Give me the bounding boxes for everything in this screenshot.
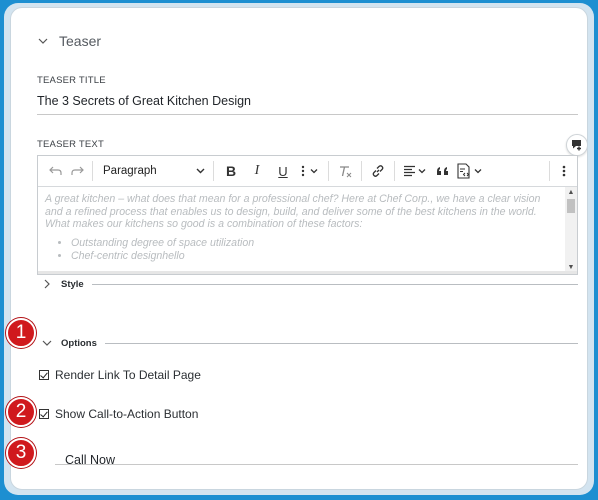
blockquote-button[interactable] xyxy=(431,156,453,187)
toolbar-divider xyxy=(92,161,93,181)
clear-format-icon xyxy=(340,165,352,177)
scroll-up-icon[interactable]: ▲ xyxy=(567,189,575,197)
toolbar-divider xyxy=(213,161,214,181)
comment-add-icon xyxy=(572,140,581,151)
editor-content[interactable]: A great kitchen – what does that mean fo… xyxy=(38,187,577,274)
more-vertical-chevron-icon xyxy=(301,165,318,177)
callout-marker-1: 1 xyxy=(6,318,36,348)
align-left-chevron-icon xyxy=(404,165,426,177)
toolbar-more-button[interactable] xyxy=(549,161,577,181)
bold-button[interactable]: B xyxy=(218,156,244,187)
render-link-label: Render Link To Detail Page xyxy=(55,368,201,382)
more-vertical-icon xyxy=(562,165,565,177)
list-item: Outstanding degree of space utilization xyxy=(71,237,557,250)
remove-format-button[interactable] xyxy=(333,156,357,187)
section-divider xyxy=(91,283,578,285)
style-section-header[interactable]: Style xyxy=(41,278,578,290)
redo-icon xyxy=(70,166,84,175)
undo-icon xyxy=(48,166,62,175)
paragraph-format-label: Paragraph xyxy=(103,165,157,177)
chevron-right-icon xyxy=(44,279,50,289)
teaser-title-input[interactable]: The 3 Secrets of Great Kitchen Design xyxy=(37,94,251,108)
show-cta-checkbox[interactable] xyxy=(39,409,49,419)
show-cta-label: Show Call-to-Action Button xyxy=(55,407,199,421)
teaser-panel: Teaser TEASER TITLE The 3 Secrets of Gre… xyxy=(10,7,588,490)
list-item: Chef-centric designhello xyxy=(71,250,557,263)
render-link-checkbox-row[interactable]: Render Link To Detail Page xyxy=(39,368,201,382)
paragraph-format-select[interactable]: Paragraph xyxy=(97,156,209,187)
chevron-down-icon xyxy=(38,38,48,44)
callout-marker-2: 2 xyxy=(6,397,36,427)
show-cta-checkbox-row[interactable]: Show Call-to-Action Button xyxy=(39,407,198,421)
redo-button[interactable] xyxy=(66,156,88,187)
add-comment-button[interactable] xyxy=(566,134,587,156)
section-divider xyxy=(104,342,578,344)
callout-marker-3: 3 xyxy=(6,438,36,468)
title-underline xyxy=(37,114,578,115)
section-title: Teaser xyxy=(59,33,102,49)
toolbar-divider xyxy=(328,161,329,181)
underline-button[interactable]: U xyxy=(270,156,296,187)
scrollbar-thumb[interactable] xyxy=(567,199,575,213)
link-icon xyxy=(372,165,384,177)
more-formatting-button[interactable] xyxy=(296,156,324,187)
link-button[interactable] xyxy=(366,156,390,187)
toolbar-divider xyxy=(394,161,395,181)
toolbar-divider xyxy=(361,161,362,181)
italic-button[interactable]: I xyxy=(244,156,270,187)
editor-toolbar: Paragraph B I U xyxy=(38,156,577,187)
chevron-down-icon xyxy=(196,168,205,174)
editor-paragraph: A great kitchen – what does that mean fo… xyxy=(45,193,541,230)
style-label: Style xyxy=(61,278,84,290)
teaser-section-header[interactable]: Teaser xyxy=(37,30,101,52)
rich-text-editor: Paragraph B I U A great kitchen – what d… xyxy=(37,155,578,275)
alignment-button[interactable] xyxy=(399,156,431,187)
teaser-text-label: TEASER TEXT xyxy=(37,139,104,150)
chevron-down-icon xyxy=(42,340,52,346)
insert-embed-button[interactable] xyxy=(453,156,487,187)
editor-scrollbar[interactable]: ▲ ▼ xyxy=(565,187,577,274)
quote-icon xyxy=(436,167,448,175)
render-link-checkbox[interactable] xyxy=(39,370,49,380)
editor-bullet-list: Outstanding degree of space utilization … xyxy=(45,237,557,263)
options-section-header[interactable]: Options xyxy=(41,337,578,349)
options-label: Options xyxy=(61,337,97,349)
cta-underline xyxy=(55,464,578,465)
teaser-title-label: TEASER TITLE xyxy=(37,75,106,86)
undo-button[interactable] xyxy=(44,156,66,187)
embed-code-chevron-icon xyxy=(457,163,482,179)
editor-resize-handle[interactable] xyxy=(38,271,577,274)
